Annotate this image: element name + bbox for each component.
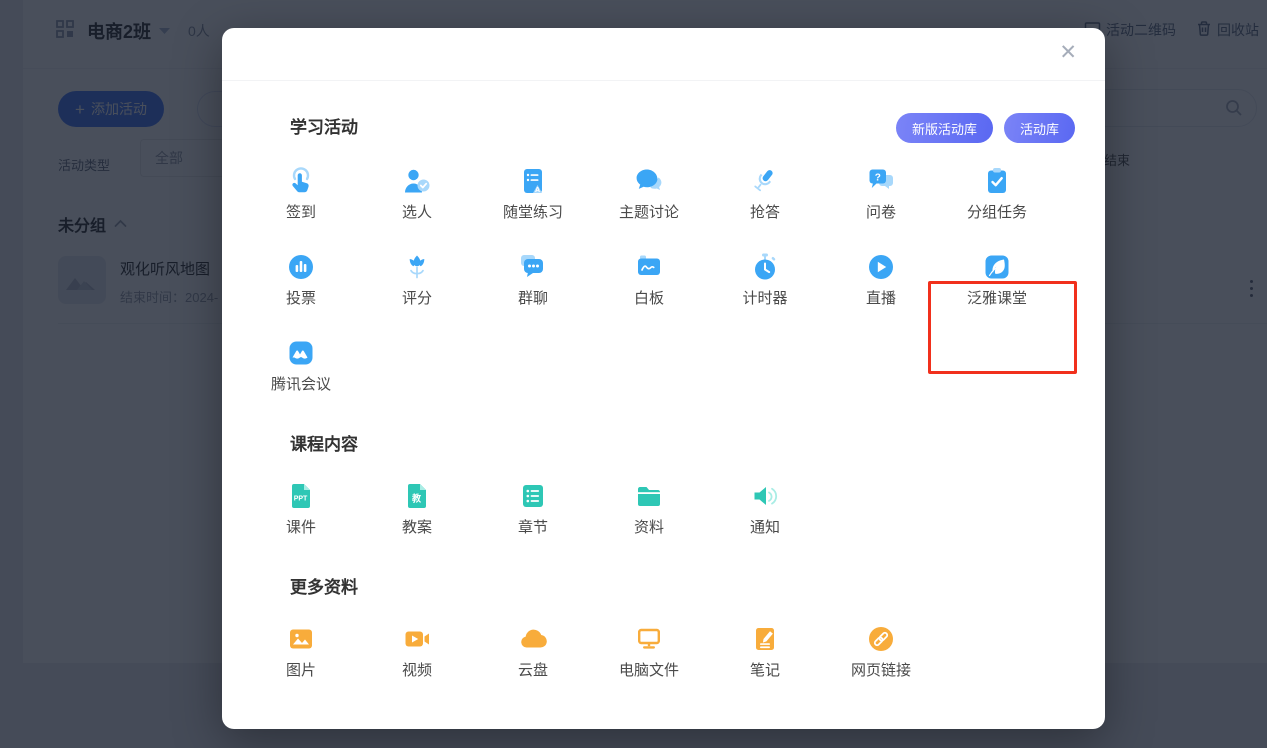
grid-item-whiteboard[interactable]: 白板 xyxy=(591,251,707,308)
grid-item-rating[interactable]: 评分 xyxy=(359,251,475,308)
grid-item-label: 分组任务 xyxy=(967,204,1027,222)
modal-body: 新版活动库 活动库 学习活动 签到选人A随堂练习主题讨论抢答?问卷分组任务投票评… xyxy=(222,81,1105,709)
grid-item-video[interactable]: 视频 xyxy=(359,623,475,680)
fanya-class-icon xyxy=(981,251,1013,283)
grid-item-label: 白板 xyxy=(634,290,664,308)
grid-item-label: 图片 xyxy=(286,662,316,680)
grid-item-timer[interactable]: 计时器 xyxy=(707,251,823,308)
new-activity-library-button[interactable]: 新版活动库 xyxy=(896,113,993,143)
page: 电商2班 0人 活动二维码 回收站 + 添加活动 活动类型 全部 结束 xyxy=(0,0,1267,748)
course-content-grid: PPT课件教教案章节资料通知 xyxy=(243,480,1063,566)
svg-text:A: A xyxy=(535,187,540,194)
courseware-icon: PPT xyxy=(285,480,317,512)
tencent-meeting-icon xyxy=(285,337,317,369)
grid-item-label: 直播 xyxy=(866,290,896,308)
grid-item-label: 笔记 xyxy=(750,662,780,680)
grid-item-label: 选人 xyxy=(402,204,432,222)
grid-item-label: 投票 xyxy=(286,290,316,308)
close-icon[interactable]: ✕ xyxy=(1059,42,1077,63)
web-link-icon xyxy=(865,623,897,655)
grid-item-label: 资料 xyxy=(634,519,664,537)
group-task-icon xyxy=(981,165,1013,197)
survey-icon: ? xyxy=(865,165,897,197)
grid-item-computer-file[interactable]: 电脑文件 xyxy=(591,623,707,680)
library-buttons: 新版活动库 活动库 xyxy=(896,113,1075,143)
grid-item-label: 网页链接 xyxy=(851,662,911,680)
section-title-more-materials: 更多资料 xyxy=(290,578,1075,598)
pick-person-icon xyxy=(401,165,433,197)
sign-in-icon xyxy=(285,165,317,197)
more-materials-grid: 图片 视频 云盘 电脑文件 笔记 网页链接 xyxy=(243,623,1063,709)
grid-item-group-task[interactable]: 分组任务 xyxy=(939,165,1055,222)
grid-item-label: 课件 xyxy=(286,519,316,537)
grid-item-label: 抢答 xyxy=(750,204,780,222)
grid-item-label: 签到 xyxy=(286,204,316,222)
grid-item-discussion[interactable]: 主题讨论 xyxy=(591,165,707,222)
grid-item-label: 计时器 xyxy=(742,290,787,308)
grid-item-quiz[interactable]: A 随堂练习 xyxy=(475,165,591,222)
lesson-plan-icon: 教 xyxy=(401,480,433,512)
notice-icon xyxy=(749,480,781,512)
rating-icon xyxy=(401,251,433,283)
grid-item-web-link[interactable]: 网页链接 xyxy=(823,623,939,680)
grid-item-label: 问卷 xyxy=(866,204,896,222)
live-icon xyxy=(865,251,897,283)
grid-item-label: 章节 xyxy=(518,519,548,537)
chapter-icon xyxy=(517,480,549,512)
material-icon xyxy=(633,480,665,512)
grid-item-rush-answer[interactable]: 抢答 xyxy=(707,165,823,222)
add-activity-modal: ✕ 新版活动库 活动库 学习活动 签到选人A随堂练习主题讨论抢答?问卷分组任务投… xyxy=(222,28,1105,729)
grid-item-vote[interactable]: 投票 xyxy=(243,251,359,308)
svg-text:PPT: PPT xyxy=(294,496,308,503)
grid-item-sign-in[interactable]: 签到 xyxy=(243,165,359,222)
quiz-icon: A xyxy=(517,165,549,197)
activity-library-button[interactable]: 活动库 xyxy=(1004,113,1075,143)
grid-item-chapter[interactable]: 章节 xyxy=(475,480,591,537)
grid-item-label: 群聊 xyxy=(518,290,548,308)
grid-item-notice[interactable]: 通知 xyxy=(707,480,823,537)
grid-item-label: 视频 xyxy=(402,662,432,680)
grid-item-note[interactable]: 笔记 xyxy=(707,623,823,680)
grid-item-material[interactable]: 资料 xyxy=(591,480,707,537)
grid-item-fanya-class[interactable]: 泛雅课堂 xyxy=(939,251,1055,308)
discussion-icon xyxy=(633,165,665,197)
grid-item-label: 电脑文件 xyxy=(619,662,679,680)
svg-text:?: ? xyxy=(875,173,881,184)
grid-item-label: 教案 xyxy=(402,519,432,537)
grid-item-label: 云盘 xyxy=(518,662,548,680)
grid-item-label: 通知 xyxy=(750,519,780,537)
grid-item-lesson-plan[interactable]: 教教案 xyxy=(359,480,475,537)
vote-icon xyxy=(285,251,317,283)
grid-item-image[interactable]: 图片 xyxy=(243,623,359,680)
computer-file-icon xyxy=(633,623,665,655)
grid-item-label: 随堂练习 xyxy=(503,204,563,222)
image-icon xyxy=(285,623,317,655)
whiteboard-icon xyxy=(633,251,665,283)
grid-item-label: 主题讨论 xyxy=(619,204,679,222)
modal-header: ✕ xyxy=(222,28,1105,81)
grid-item-survey[interactable]: ? 问卷 xyxy=(823,165,939,222)
grid-item-pick-person[interactable]: 选人 xyxy=(359,165,475,222)
grid-item-cloud-disk[interactable]: 云盘 xyxy=(475,623,591,680)
rush-answer-icon xyxy=(749,165,781,197)
note-icon xyxy=(749,623,781,655)
grid-item-courseware[interactable]: PPT 课件 xyxy=(243,480,359,537)
video-icon xyxy=(401,623,433,655)
grid-item-label: 腾讯会议 xyxy=(271,376,331,394)
grid-item-label: 评分 xyxy=(402,290,432,308)
section-title-course-content: 课程内容 xyxy=(290,435,1075,455)
grid-item-tencent-meeting[interactable]: 腾讯会议 xyxy=(243,337,359,394)
learning-activities-grid: 签到 选人 A 随堂练习 主题讨论 抢答? 问卷 分组任务投票 评分 群聊 白板 计时器 直播 泛雅课堂腾… xyxy=(243,165,1063,423)
svg-text:教: 教 xyxy=(411,493,422,504)
grid-item-label: 泛雅课堂 xyxy=(967,290,1027,308)
cloud-disk-icon xyxy=(517,623,549,655)
group-chat-icon xyxy=(517,251,549,283)
timer-icon xyxy=(749,251,781,283)
grid-item-group-chat[interactable]: 群聊 xyxy=(475,251,591,308)
grid-item-live[interactable]: 直播 xyxy=(823,251,939,308)
